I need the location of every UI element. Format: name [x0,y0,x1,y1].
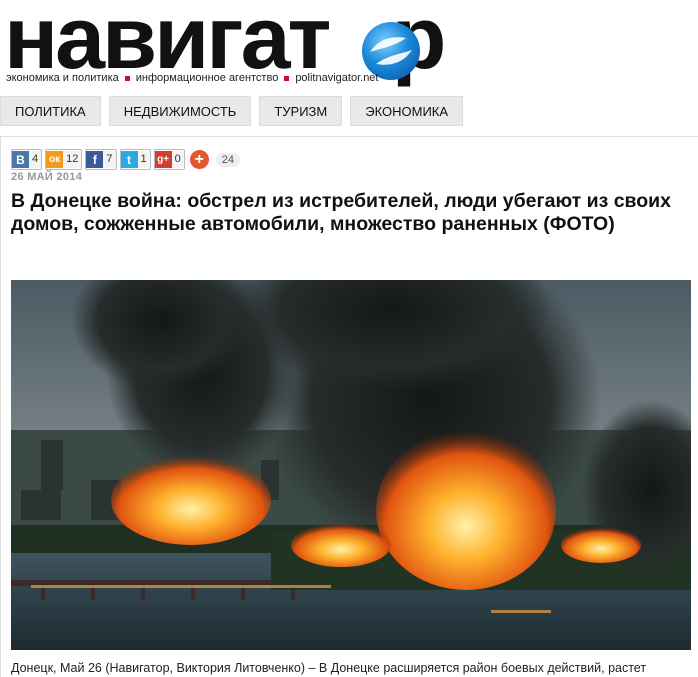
burning-city-photo [11,280,691,650]
odnoklassniki-icon: ок [46,151,64,168]
share-vk-button[interactable]: В 4 [11,149,43,170]
nav-item-tourism[interactable]: ТУРИЗМ [259,96,343,126]
share-twitter-count: 1 [137,151,150,168]
google-plus-icon: g+ [154,151,172,168]
share-bar: В 4 ок 12 f 7 t 1 g+ 0 + 24 [11,149,240,170]
share-ok-count: 12 [63,151,82,168]
share-total-count: 24 [215,152,240,167]
site-tagline: экономика и политика информационное аген… [6,72,378,84]
share-ok-button[interactable]: ок 12 [45,149,83,170]
nav-item-real-estate[interactable]: НЕДВИЖИМОСТЬ [108,96,252,126]
article: В 4 ок 12 f 7 t 1 g+ 0 + 24 26 МАЙ 2014 … [0,136,698,677]
separator-square [124,75,130,81]
share-facebook-count: 7 [103,151,116,168]
twitter-icon: t [120,151,138,168]
share-twitter-button[interactable]: t 1 [119,149,151,170]
tagline-agency: информационное агентство [135,72,279,84]
share-google-plus-button[interactable]: g+ 0 [153,149,185,170]
facebook-icon: f [86,151,104,168]
article-title: В Донецке война: обстрел из истребителей… [11,190,672,235]
article-photo[interactable] [11,280,691,650]
main-nav: ПОЛИТИКА НЕДВИЖИМОСТЬ ТУРИЗМ ЭКОНОМИКА [0,96,464,126]
article-date: 26 МАЙ 2014 [11,171,83,183]
share-vk-count: 4 [29,151,42,168]
share-google-plus-count: 0 [171,151,184,168]
vk-icon: В [12,151,29,168]
site-header: навигатр экономика и политика информацио… [0,0,698,92]
article-lead: Донецк, Май 26 (Навигатор, Виктория Лито… [11,661,647,675]
share-facebook-button[interactable]: f 7 [85,149,117,170]
nav-item-economy[interactable]: ЭКОНОМИКА [350,96,464,126]
separator-square [284,75,290,81]
nav-item-politics[interactable]: ПОЛИТИКА [0,96,101,126]
tagline-domain[interactable]: politnavigator.net [295,72,378,84]
tagline-economy: экономика и политика [6,72,119,84]
more-share-icon[interactable]: + [189,150,209,169]
